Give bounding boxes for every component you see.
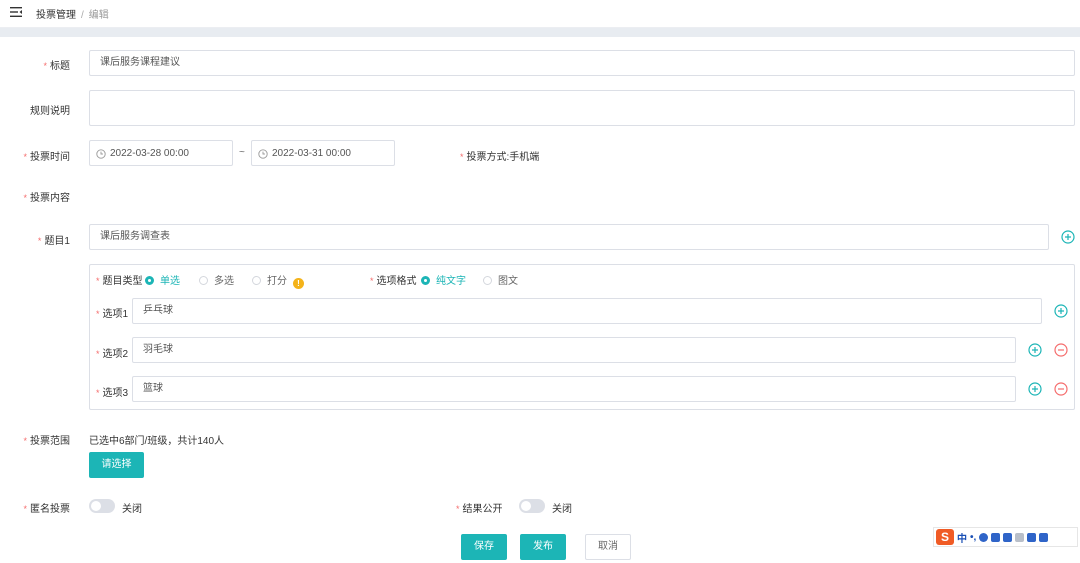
add-option-icon[interactable] [1028, 343, 1042, 357]
result-public-toggle[interactable] [519, 499, 545, 513]
anonymous-label: * 匿名投票 [23, 504, 70, 515]
breadcrumb-current: 编辑 [88, 10, 109, 21]
grid-menu-icon[interactable] [1039, 532, 1049, 542]
keyboard-icon[interactable] [1003, 532, 1013, 542]
title-label: * 标题 [43, 61, 70, 72]
sogou-logo-icon[interactable]: S [936, 529, 954, 545]
select-scope-button[interactable]: 请选择 [89, 452, 144, 478]
breadcrumb-separator: / [81, 10, 84, 21]
add-option-icon[interactable] [1054, 304, 1068, 318]
anonymous-toggle[interactable] [89, 499, 115, 513]
cancel-button[interactable]: 取消 [585, 534, 631, 560]
warning-icon[interactable]: ! [293, 278, 304, 289]
vote-method-value: 手机端 [509, 152, 540, 163]
rules-label: 规则说明 [30, 106, 70, 117]
qtype-score-radio[interactable]: 打分! [252, 272, 304, 289]
rules-textarea[interactable] [89, 90, 1075, 126]
clock-icon [96, 149, 106, 159]
user-icon[interactable] [1015, 532, 1025, 542]
emoji-icon[interactable] [979, 532, 989, 542]
title-input[interactable]: 课后服务课程建议 [89, 50, 1075, 76]
anonymous-state: 关闭 [122, 504, 142, 515]
radio-dot [199, 276, 208, 285]
option1-input[interactable]: 乒乓球 [132, 298, 1042, 324]
content-label: * 投票内容 [23, 193, 70, 204]
option1-label: * 选项1 [96, 309, 129, 320]
format-text-radio[interactable]: 纯文字 [421, 272, 466, 287]
time-separator: ~ [239, 147, 245, 158]
vote-method: * 投票方式:手机端 [460, 152, 540, 163]
publish-button[interactable]: 发布 [520, 534, 566, 560]
option2-label: * 选项2 [96, 349, 129, 360]
end-time-picker[interactable]: 2022-03-31 00:00 [251, 140, 395, 166]
option2-input[interactable]: 羽毛球 [132, 337, 1016, 363]
ime-toolbar: S 中 •, [933, 527, 1078, 547]
save-button[interactable]: 保存 [461, 534, 507, 560]
punctuation-icon[interactable]: •, [970, 532, 976, 543]
add-option-icon[interactable] [1028, 382, 1042, 396]
start-time-picker[interactable]: 2022-03-28 00:00 [89, 140, 233, 166]
question1-label: * 题目1 [37, 236, 70, 247]
vote-method-label: 投票方式: [466, 152, 510, 163]
add-question-icon[interactable] [1061, 230, 1075, 244]
microphone-icon[interactable] [991, 532, 1001, 542]
header-divider [0, 28, 1080, 37]
radio-dot [252, 276, 261, 285]
option-format-label: * 选项格式 [370, 276, 417, 287]
ime-mode[interactable]: 中 [957, 530, 967, 545]
end-time-value: 2022-03-31 00:00 [272, 148, 351, 159]
option3-input[interactable]: 篮球 [132, 376, 1016, 402]
radio-dot [483, 276, 492, 285]
format-image-radio[interactable]: 图文 [483, 272, 518, 287]
qtype-label: * 题目类型 [96, 276, 143, 287]
breadcrumb: 投票管理 / 编辑 [36, 6, 109, 21]
option3-label: * 选项3 [96, 388, 129, 399]
qtype-single-radio[interactable]: 单选 [145, 272, 180, 287]
remove-option-icon[interactable] [1054, 343, 1068, 357]
qtype-multi-radio[interactable]: 多选 [199, 272, 234, 287]
top-bar: 投票管理 / 编辑 [0, 0, 1080, 28]
start-time-value: 2022-03-28 00:00 [110, 148, 189, 159]
skin-icon[interactable] [1027, 532, 1037, 542]
clock-icon [258, 149, 268, 159]
radio-dot [145, 276, 154, 285]
radio-dot [421, 276, 430, 285]
result-public-state: 关闭 [552, 504, 572, 515]
menu-fold-icon[interactable] [10, 6, 22, 18]
breadcrumb-parent[interactable]: 投票管理 [36, 10, 76, 21]
remove-option-icon[interactable] [1054, 382, 1068, 396]
question1-input[interactable]: 课后服务调查表 [89, 224, 1049, 250]
scope-summary: 已选中6部门/班级，共计140人 [89, 436, 225, 447]
scope-label: * 投票范围 [23, 436, 70, 447]
result-public-label: * 结果公开 [456, 504, 503, 515]
time-label: * 投票时间 [23, 152, 70, 163]
